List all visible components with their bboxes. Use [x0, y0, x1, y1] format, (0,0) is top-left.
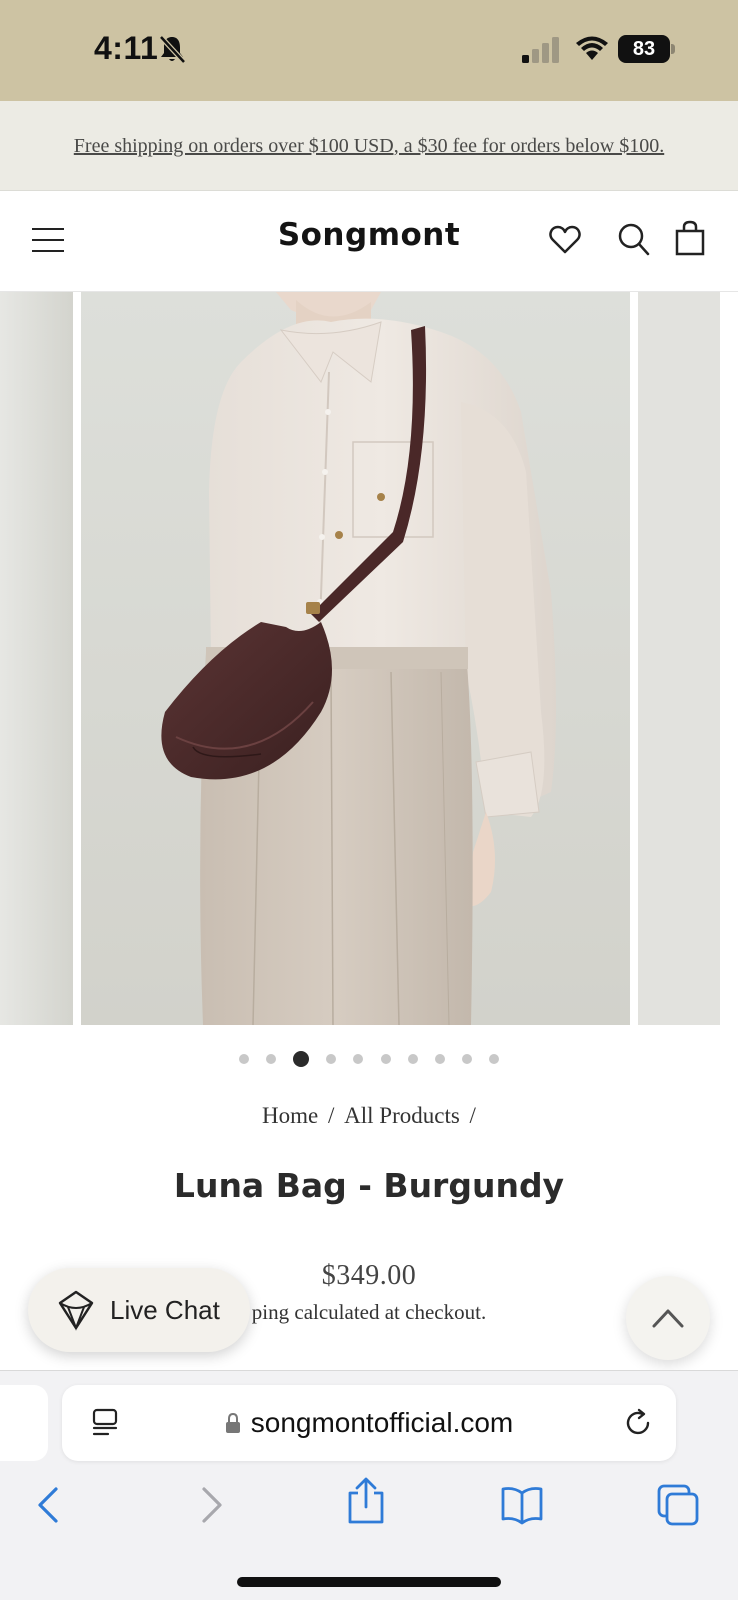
product-photo — [81, 292, 630, 1025]
status-bar: 4:11 83 — [0, 0, 738, 101]
battery-cap — [671, 44, 675, 54]
live-chat-button[interactable]: Live Chat — [28, 1268, 250, 1352]
gallery-dot[interactable] — [353, 1054, 364, 1064]
next-slide-image — [638, 292, 720, 1025]
gallery-slide-next[interactable] — [638, 292, 720, 1025]
page: 4:11 83 Free shipping on orders over $10… — [0, 0, 738, 1600]
announcement-link[interactable]: Free shipping on orders over $100 USD, a… — [74, 132, 664, 160]
bell-slash-icon — [159, 35, 186, 64]
previous-tab-preview[interactable] — [0, 1385, 48, 1461]
breadcrumb: Home / All Products / — [0, 1103, 738, 1129]
forward-icon[interactable] — [188, 1483, 232, 1527]
breadcrumb-separator: / — [328, 1103, 335, 1128]
bookmarks-icon[interactable] — [500, 1483, 544, 1527]
home-indicator — [237, 1577, 501, 1587]
site-header: Songmont — [0, 191, 738, 292]
shopping-bag-icon[interactable] — [674, 220, 706, 256]
gallery-dot[interactable] — [265, 1054, 276, 1064]
address-bar[interactable]: songmontofficial.com — [62, 1385, 676, 1461]
wifi-icon — [576, 36, 608, 60]
product-gallery[interactable] — [0, 292, 738, 1025]
browser-toolbar: songmontofficial.com — [0, 1370, 738, 1600]
lock-icon — [225, 1413, 240, 1433]
scroll-to-top-button[interactable] — [626, 1276, 710, 1360]
cellular-signal-icon — [522, 37, 559, 63]
chevron-up-icon — [652, 1309, 684, 1328]
back-icon[interactable] — [28, 1483, 72, 1527]
url-display[interactable]: songmontofficial.com — [62, 1385, 676, 1461]
gallery-dot[interactable] — [489, 1054, 500, 1064]
gallery-dot[interactable] — [238, 1054, 249, 1064]
announcement-bar[interactable]: Free shipping on orders over $100 USD, a… — [0, 101, 738, 191]
search-icon[interactable] — [616, 221, 650, 257]
previous-slide-image — [0, 292, 73, 1025]
status-time: 4:11 — [94, 30, 159, 66]
breadcrumb-home[interactable]: Home — [262, 1103, 318, 1128]
gallery-dot[interactable] — [434, 1054, 445, 1064]
battery-level: 83 — [618, 35, 670, 63]
gallery-dot[interactable] — [326, 1054, 337, 1064]
gallery-slide-previous[interactable] — [0, 292, 73, 1025]
url-text: songmontofficial.com — [250, 1407, 514, 1438]
product-title: Luna Bag - Burgundy — [173, 1166, 565, 1205]
gallery-slide-main[interactable] — [81, 292, 630, 1025]
heart-icon[interactable] — [548, 223, 582, 257]
breadcrumb-separator: / — [469, 1103, 476, 1128]
share-icon[interactable] — [344, 1477, 388, 1525]
gallery-dot[interactable] — [380, 1054, 391, 1064]
reload-icon[interactable] — [622, 1407, 654, 1439]
gallery-dot[interactable] — [407, 1054, 418, 1064]
battery-indicator: 83 — [618, 35, 675, 63]
live-chat-label: Live Chat — [110, 1294, 220, 1325]
breadcrumb-all-products[interactable]: All Products — [344, 1103, 460, 1128]
tabs-icon[interactable] — [656, 1483, 700, 1527]
gallery-dot[interactable] — [462, 1054, 473, 1064]
gallery-dot[interactable] — [293, 1051, 310, 1067]
gallery-pagination — [0, 1050, 738, 1068]
chat-diamond-icon — [58, 1290, 94, 1331]
